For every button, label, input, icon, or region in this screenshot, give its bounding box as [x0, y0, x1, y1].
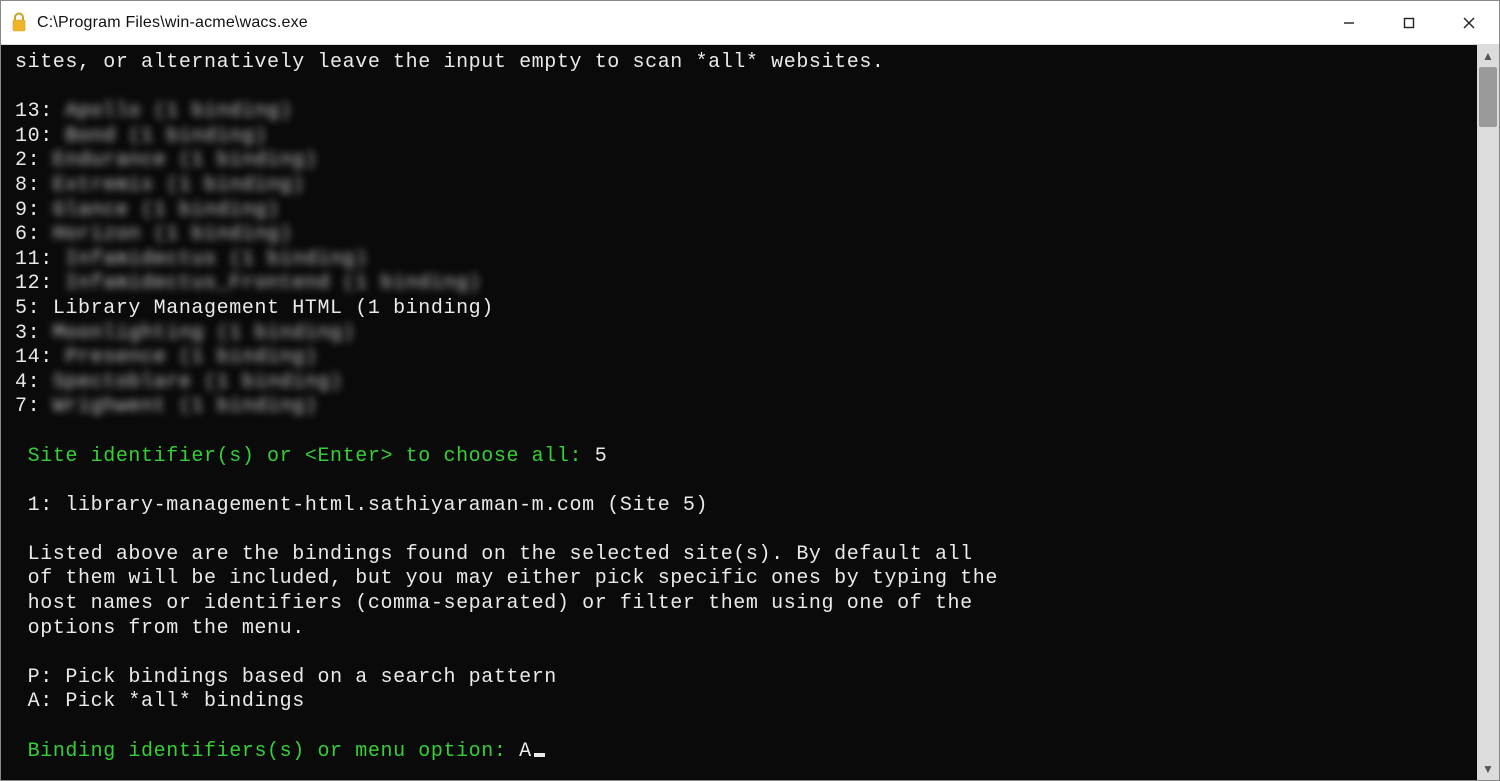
- site-id: 8:: [15, 174, 53, 197]
- site-label: Moonlighting (1 binding): [53, 322, 355, 345]
- site-label: Infamidectus_Frontend (1 binding): [65, 272, 481, 295]
- site-label: Bond (1 binding): [65, 125, 267, 148]
- site-label: Presence (1 binding): [65, 346, 317, 369]
- site-id: 6:: [15, 223, 53, 246]
- site-label: Extremis (1 binding): [53, 174, 305, 197]
- site-id: 12:: [15, 272, 65, 295]
- output-line: options from the menu.: [15, 617, 305, 640]
- site-list-item: 9: Glance (1 binding): [15, 199, 1463, 224]
- site-list-item: 4: Spectoblare (1 binding): [15, 371, 1463, 396]
- menu-label: Pick bindings based on a search pattern: [65, 666, 556, 689]
- site-id: 2:: [15, 149, 53, 172]
- output-line: Listed above are the bindings found on t…: [15, 543, 973, 566]
- site-label: Infamidectus (1 binding): [65, 248, 367, 271]
- site-id: 13:: [15, 100, 65, 123]
- output-line: sites, or alternatively leave the input …: [15, 51, 885, 74]
- output-line: of them will be included, but you may ei…: [15, 567, 998, 590]
- scroll-down-button[interactable]: ▼: [1477, 758, 1499, 780]
- terminal-output[interactable]: sites, or alternatively leave the input …: [1, 45, 1477, 780]
- site-id: 4:: [15, 371, 53, 394]
- titlebar[interactable]: C:\Program Files\win-acme\wacs.exe: [1, 1, 1499, 45]
- binding-identifier-answer: A: [519, 740, 532, 763]
- site-id: 5:: [15, 297, 53, 320]
- site-id: 3:: [15, 322, 53, 345]
- site-list-item: 7: Wrighwent (1 binding): [15, 395, 1463, 420]
- menu-key: A:: [15, 690, 65, 713]
- lock-icon: [11, 12, 27, 32]
- site-list-item: 6: Horizon (1 binding): [15, 223, 1463, 248]
- window-controls: [1319, 1, 1499, 45]
- scroll-up-button[interactable]: ▲: [1477, 45, 1499, 67]
- menu-label: Pick *all* bindings: [65, 690, 304, 713]
- site-label: Glance (1 binding): [53, 199, 280, 222]
- binding-list-item: 1: library-management-html.sathiyaraman-…: [15, 494, 708, 517]
- site-list-item: 2: Endurance (1 binding): [15, 149, 1463, 174]
- text-cursor: [534, 753, 545, 757]
- site-list-item: 10: Bond (1 binding): [15, 125, 1463, 150]
- site-label: Apollo (1 binding): [65, 100, 292, 123]
- site-list-item: 5: Library Management HTML (1 binding): [15, 297, 1463, 322]
- site-id: 14:: [15, 346, 65, 369]
- site-label: Library Management HTML (1 binding): [53, 297, 494, 320]
- site-identifier-answer: 5: [595, 445, 608, 468]
- output-line: host names or identifiers (comma-separat…: [15, 592, 973, 615]
- site-label: Wrighwent (1 binding): [53, 395, 318, 418]
- vertical-scrollbar[interactable]: ▲ ▼: [1477, 45, 1499, 780]
- app-window: C:\Program Files\win-acme\wacs.exe sites…: [0, 0, 1500, 781]
- site-list-item: 11: Infamidectus (1 binding): [15, 248, 1463, 273]
- site-list-item: 8: Extremis (1 binding): [15, 174, 1463, 199]
- scroll-thumb[interactable]: [1479, 67, 1497, 127]
- site-id: 11:: [15, 248, 65, 271]
- site-label: Horizon (1 binding): [53, 223, 292, 246]
- maximize-button[interactable]: [1379, 1, 1439, 45]
- console-area: sites, or alternatively leave the input …: [1, 45, 1499, 780]
- site-list-item: 14: Presence (1 binding): [15, 346, 1463, 371]
- site-list-item: 13: Apollo (1 binding): [15, 100, 1463, 125]
- site-identifier-prompt: Site identifier(s) or <Enter> to choose …: [28, 445, 595, 468]
- site-list-item: 3: Moonlighting (1 binding): [15, 322, 1463, 347]
- site-id: 10:: [15, 125, 65, 148]
- site-label: Endurance (1 binding): [53, 149, 318, 172]
- binding-identifier-prompt: Binding identifiers(s) or menu option:: [28, 740, 519, 763]
- site-list-item: 12: Infamidectus_Frontend (1 binding): [15, 272, 1463, 297]
- window-title: C:\Program Files\win-acme\wacs.exe: [37, 14, 308, 32]
- menu-key: P:: [15, 666, 65, 689]
- close-button[interactable]: [1439, 1, 1499, 45]
- site-label: Spectoblare (1 binding): [53, 371, 343, 394]
- minimize-button[interactable]: [1319, 1, 1379, 45]
- site-id: 7:: [15, 395, 53, 418]
- site-id: 9:: [15, 199, 53, 222]
